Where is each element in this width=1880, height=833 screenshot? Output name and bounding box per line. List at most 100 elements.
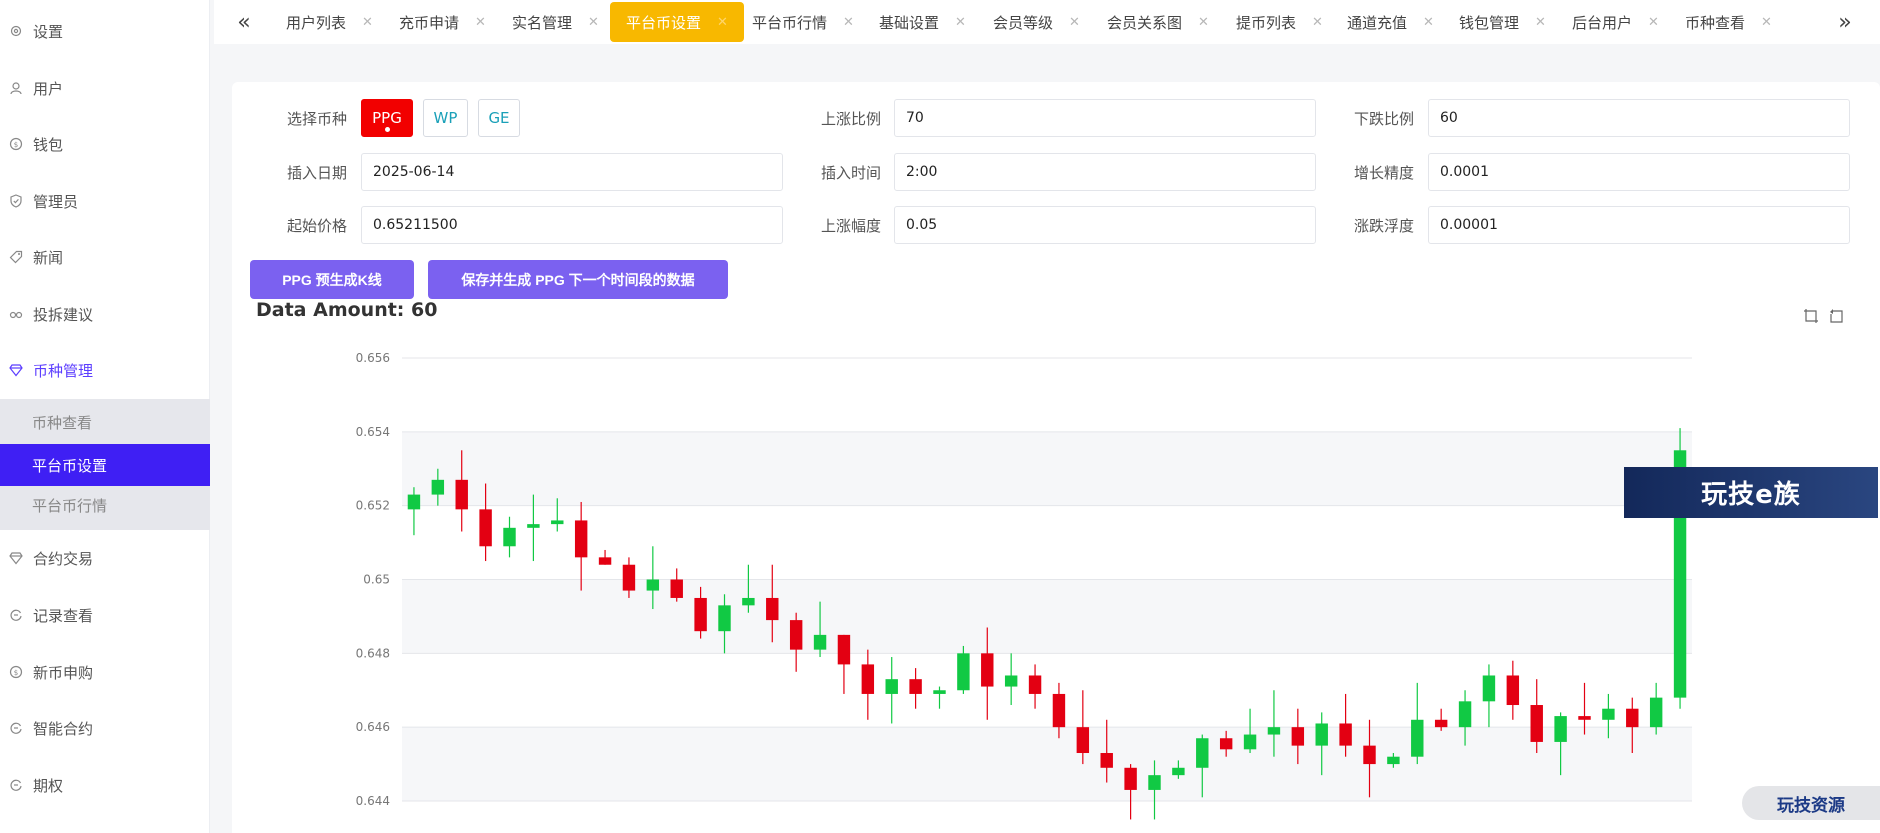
candle [789, 612, 803, 672]
candle-body [1291, 727, 1305, 746]
sidebar-item-user[interactable]: 用户 [0, 68, 210, 108]
tab-member-relations[interactable]: 会员关系图 ✕ [1107, 2, 1209, 42]
tab-member-levels[interactable]: 会员等级 ✕ [993, 2, 1080, 42]
close-icon[interactable]: ✕ [1648, 15, 1659, 30]
candle-body [1602, 708, 1615, 720]
sidebar-item-records[interactable]: 记录查看 [0, 595, 210, 635]
grid-band [402, 579, 1692, 654]
sidebar-item-label: 币种管理 [33, 361, 94, 380]
tab-withdrawal-list[interactable]: 提币列表 ✕ [1236, 2, 1323, 42]
submenu-item-platform-coin-settings[interactable]: 平台币设置 [0, 444, 210, 486]
insert-time-input[interactable] [894, 153, 1316, 191]
close-icon[interactable]: ✕ [843, 15, 854, 30]
tab-coin-view[interactable]: 币种查看 ✕ [1685, 2, 1772, 42]
sidebar-item-wallet[interactable]: $ 钱包 [0, 124, 210, 164]
close-icon[interactable]: ✕ [1069, 15, 1080, 30]
tab-label: 平台币行情 [752, 13, 828, 32]
close-icon[interactable]: ✕ [717, 15, 728, 30]
close-icon[interactable]: ✕ [475, 15, 486, 30]
close-icon[interactable]: ✕ [955, 15, 966, 30]
link-icon [8, 306, 24, 322]
tabs-scroll-right-icon[interactable]: » [1829, 6, 1861, 38]
candle [1530, 679, 1543, 754]
candle-body [1458, 701, 1472, 728]
sidebar-item-label: 期权 [33, 776, 64, 795]
tab-backend-users[interactable]: 后台用户 ✕ [1572, 2, 1659, 42]
tab-deposit-requests[interactable]: 充币申请 ✕ [399, 2, 486, 42]
submenu-item-coin-view[interactable]: 币种查看 [0, 401, 210, 443]
save-generate-next-period-button[interactable]: 保存并生成 PPG 下一个时间段的数据 [428, 260, 728, 299]
candle [1649, 682, 1663, 735]
close-icon[interactable]: ✕ [1535, 15, 1546, 30]
candle [861, 649, 875, 720]
candle-body [479, 509, 492, 547]
candle [885, 657, 898, 724]
sidebar: 设置 用户 $ 钱包 管理员 新闻 投拆建议 币种管理 币种查看 平台币设置 平… [0, 0, 210, 833]
close-icon[interactable]: ✕ [588, 15, 599, 30]
gear-icon [8, 23, 24, 39]
tag-icon [8, 249, 24, 265]
candle-body [1411, 719, 1424, 757]
tab-basic-settings[interactable]: 基础设置 ✕ [879, 2, 966, 42]
candle-body [503, 527, 516, 547]
tab-platform-coin-settings[interactable]: 平台币设置 ✕ [610, 2, 744, 42]
tab-label: 平台币设置 [626, 13, 702, 32]
diamond-icon [8, 550, 24, 566]
candle-body [1148, 775, 1161, 790]
fluctuation-input[interactable] [1428, 206, 1850, 244]
candle-body [1363, 745, 1376, 765]
close-icon[interactable]: ✕ [362, 15, 373, 30]
growth-precision-input[interactable] [1428, 153, 1850, 191]
y-tick-label: 0.646 [356, 720, 390, 734]
tab-platform-coin-market[interactable]: 平台币行情 ✕ [752, 2, 854, 42]
sidebar-item-coin-management[interactable]: 币种管理 [0, 350, 210, 390]
coin-option-ppg[interactable]: PPG [361, 99, 413, 137]
start-price-input[interactable] [361, 206, 783, 244]
rise-ratio-input[interactable] [894, 99, 1316, 137]
zoom-select-icon[interactable] [1802, 307, 1820, 325]
tab-kyc-management[interactable]: 实名管理 ✕ [512, 2, 599, 42]
data-amount-label: Data Amount: 60 [256, 299, 438, 321]
sidebar-item-smart-contract[interactable]: 智能合约 [0, 708, 210, 748]
coin-option-ge[interactable]: GE [478, 99, 520, 137]
candle-body [1243, 734, 1257, 750]
candle [933, 686, 946, 709]
candle-body [1028, 675, 1042, 694]
svg-text:$: $ [14, 141, 18, 149]
close-icon[interactable]: ✕ [1761, 15, 1772, 30]
tabs-scroll-left-icon[interactable]: « [228, 6, 260, 38]
close-icon[interactable]: ✕ [1312, 15, 1323, 30]
pregenerate-kline-button[interactable]: PPG 预生成K线 [250, 260, 414, 299]
submenu-item-platform-coin-market[interactable]: 平台币行情 [0, 484, 210, 526]
candle [1004, 653, 1018, 706]
candle-body [909, 679, 922, 694]
diamond-icon [8, 362, 24, 378]
start-price-label: 起始价格 [286, 217, 347, 235]
tab-label: 提币列表 [1236, 13, 1297, 32]
coin-option-wp[interactable]: WP [423, 99, 468, 137]
insert-date-input[interactable] [361, 153, 783, 191]
svg-text:$: $ [14, 669, 18, 677]
candle-body [1219, 738, 1233, 750]
sidebar-item-feedback[interactable]: 投拆建议 [0, 294, 210, 334]
coin-icon: $ [8, 664, 24, 680]
sidebar-item-label: 投拆建议 [33, 305, 94, 324]
zoom-reset-icon[interactable] [1828, 307, 1846, 325]
sidebar-item-settings[interactable]: 设置 [0, 11, 210, 51]
fall-ratio-input[interactable] [1428, 99, 1850, 137]
candle-body [718, 605, 731, 632]
tab-user-list[interactable]: 用户列表 ✕ [286, 2, 373, 42]
sidebar-item-news[interactable]: 新闻 [0, 237, 210, 277]
sidebar-item-options[interactable]: 期权 [0, 765, 210, 805]
insert-date-label: 插入日期 [286, 164, 347, 182]
close-icon[interactable]: ✕ [1198, 15, 1209, 30]
candle [837, 634, 851, 694]
sidebar-item-admin[interactable]: 管理员 [0, 181, 210, 221]
sidebar-item-new-coin-subscription[interactable]: $ 新币申购 [0, 652, 210, 692]
rise-amplitude-input[interactable] [894, 206, 1316, 244]
tab-wallet-management[interactable]: 钱包管理 ✕ [1459, 2, 1546, 42]
close-icon[interactable]: ✕ [1423, 15, 1434, 30]
tab-channel-recharge[interactable]: 通道充值 ✕ [1347, 2, 1434, 42]
sidebar-item-contract-trading[interactable]: 合约交易 [0, 538, 210, 578]
chart-grid: 0.656 0.654 0.652 0.65 0.648 0.646 0.644 [356, 351, 1692, 808]
